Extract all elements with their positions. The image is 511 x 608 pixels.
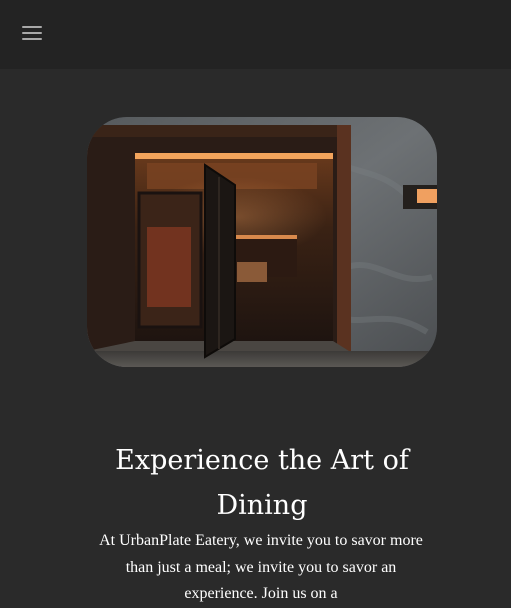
page-headline: Experience the Art of Dining: [115, 445, 409, 521]
intro-paragraph: At UrbanPlate Eatery, we invite you to s…: [99, 532, 423, 602]
top-navbar: [0, 0, 511, 69]
hero-image: [87, 117, 437, 367]
hamburger-menu-icon[interactable]: [20, 22, 44, 44]
